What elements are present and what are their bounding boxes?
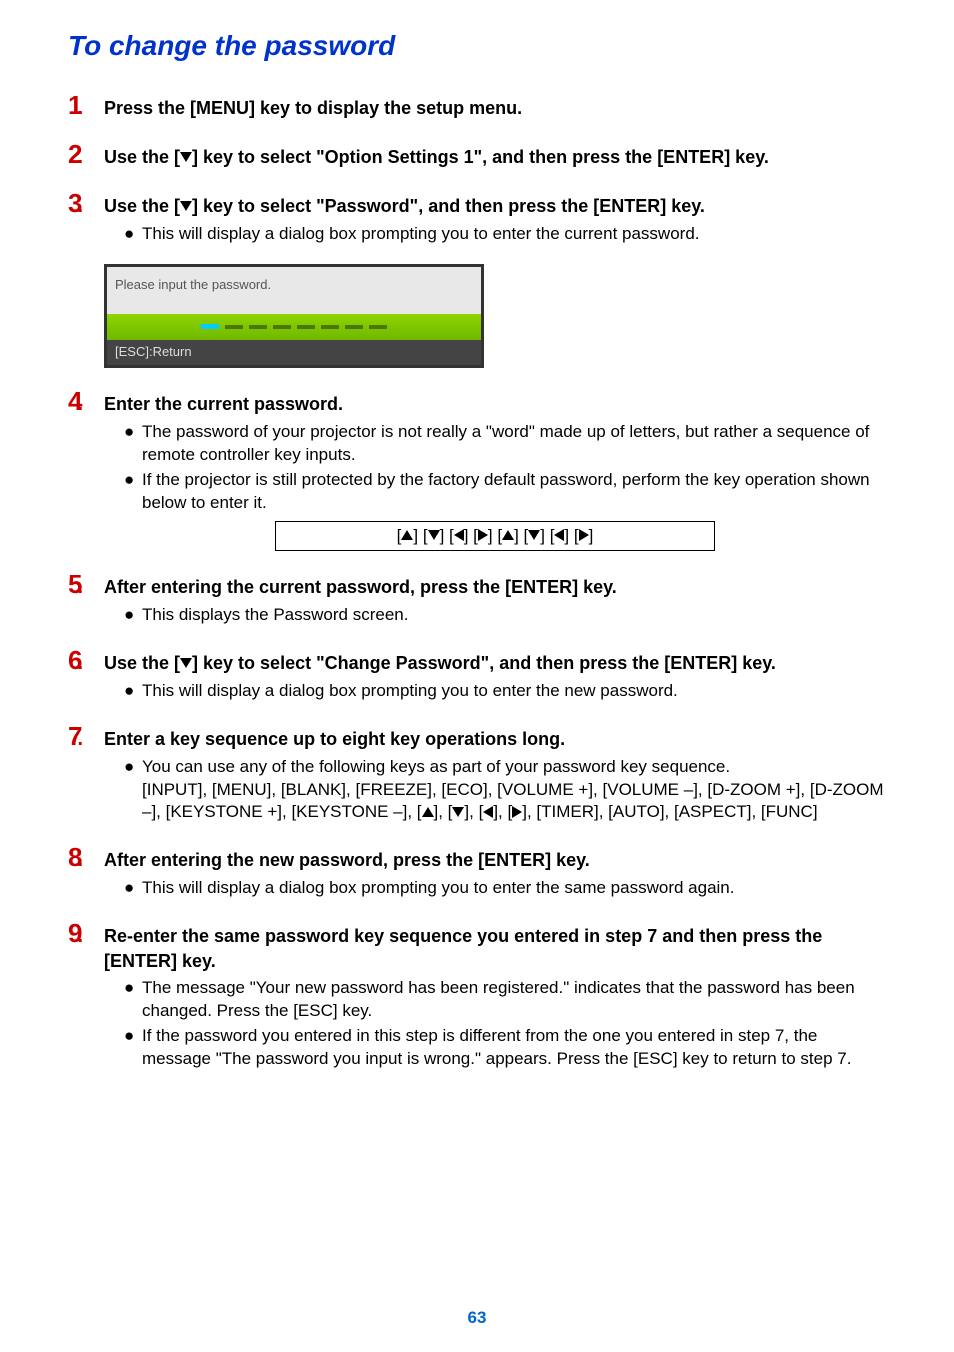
dialog-prompt: Please input the password. <box>107 267 481 314</box>
step-number: 8. <box>68 842 104 873</box>
dialog-footer: [ESC]:Return <box>107 340 481 365</box>
step-6: 6. Use the [] key to select "Change Pass… <box>68 645 886 703</box>
step-number: 2. <box>68 139 104 170</box>
step-title: Re-enter the same password key sequence … <box>104 924 886 973</box>
step-title: Use the [] key to select "Option Setting… <box>104 145 769 169</box>
password-dialog: Please input the password. [ESC]:Return <box>104 264 484 368</box>
down-arrow-icon <box>180 201 192 211</box>
bullet-list: ●This will display a dialog box promptin… <box>124 877 886 900</box>
down-arrow-icon <box>428 530 440 540</box>
step-5: 5. After entering the current password, … <box>68 569 886 627</box>
right-arrow-icon <box>579 529 589 541</box>
step-title: Press the [MENU] key to display the setu… <box>104 96 522 120</box>
right-arrow-icon <box>512 806 522 818</box>
step-3: 3. Use the [] key to select "Password", … <box>68 188 886 246</box>
step-1: 1. Press the [MENU] key to display the s… <box>68 90 886 121</box>
step-number: 1. <box>68 90 104 121</box>
password-input-bar <box>107 314 481 340</box>
page-number: 63 <box>0 1308 954 1328</box>
down-arrow-icon <box>528 530 540 540</box>
step-4: 4. Enter the current password. ●The pass… <box>68 386 886 551</box>
step-8: 8. After entering the new password, pres… <box>68 842 886 900</box>
bullet-list: ●The password of your projector is not r… <box>124 421 886 515</box>
step-title: Use the [] key to select "Change Passwor… <box>104 651 776 675</box>
step-number: 9. <box>68 918 104 949</box>
up-arrow-icon <box>401 530 413 540</box>
up-arrow-icon <box>422 807 434 817</box>
step-title: Enter a key sequence up to eight key ope… <box>104 727 565 751</box>
step-title: After entering the current password, pre… <box>104 575 617 599</box>
left-arrow-icon <box>554 529 564 541</box>
bullet-list: ●This will display a dialog box promptin… <box>124 223 886 246</box>
step-number: 7. <box>68 721 104 752</box>
step-number: 5. <box>68 569 104 600</box>
step-title: After entering the new password, press t… <box>104 848 590 872</box>
down-arrow-icon <box>180 152 192 162</box>
step-number: 6. <box>68 645 104 676</box>
right-arrow-icon <box>478 529 488 541</box>
step-7: 7. Enter a key sequence up to eight key … <box>68 721 886 825</box>
step-2: 2. Use the [] key to select "Option Sett… <box>68 139 886 170</box>
default-password-sequence: [] [] [] [] [] [] [] [] <box>275 521 715 551</box>
step-title: Use the [] key to select "Password", and… <box>104 194 705 218</box>
down-arrow-icon <box>180 658 192 668</box>
down-arrow-icon <box>452 807 464 817</box>
left-arrow-icon <box>454 529 464 541</box>
bullet-list: ● You can use any of the following keys … <box>124 756 886 825</box>
section-title: To change the password <box>68 30 886 62</box>
step-number: 4. <box>68 386 104 417</box>
step-title: Enter the current password. <box>104 392 343 416</box>
bullet-list: ●This displays the Password screen. <box>124 604 886 627</box>
bullet-list: ●The message "Your new password has been… <box>124 977 886 1071</box>
bullet-list: ●This will display a dialog box promptin… <box>124 680 886 703</box>
step-number: 3. <box>68 188 104 219</box>
step-9: 9. Re-enter the same password key sequen… <box>68 918 886 1070</box>
left-arrow-icon <box>483 806 493 818</box>
up-arrow-icon <box>502 530 514 540</box>
